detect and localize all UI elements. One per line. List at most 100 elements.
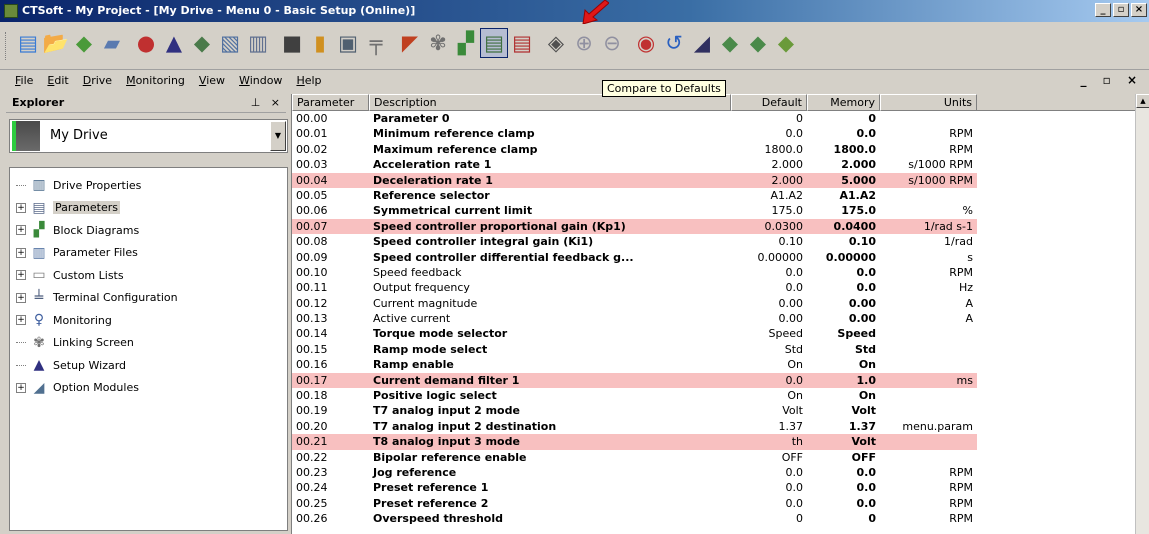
table-row[interactable]: 00.07 Speed controller proportional gain … bbox=[292, 218, 1135, 235]
menu-window[interactable]: Window bbox=[232, 74, 289, 87]
block-diagrams-icon[interactable]: ▞ bbox=[452, 28, 480, 58]
menu-edit[interactable]: Edit bbox=[40, 74, 75, 87]
new-project-icon[interactable]: ▤ bbox=[14, 28, 42, 58]
minimize-button[interactable]: _ bbox=[1095, 3, 1111, 17]
store-icon[interactable]: ■ bbox=[278, 28, 306, 58]
column-header-memory[interactable]: Memory bbox=[807, 94, 880, 111]
table-row[interactable]: 00.22 Bipolar reference enable OFF OFF bbox=[292, 450, 1135, 465]
tree-item-option-modules[interactable]: + ◢ Option Modules bbox=[10, 377, 287, 400]
tree-item-block-diagrams[interactable]: + ▞ Block Diagrams bbox=[10, 219, 287, 242]
table-row[interactable]: 00.06 Symmetrical current limit 175.0 175.0… bbox=[292, 203, 1135, 218]
tree-item-parameter-files[interactable]: + ▥ Parameter Files bbox=[10, 242, 287, 265]
tool-icon[interactable]: ◢ bbox=[688, 28, 716, 58]
table-row[interactable]: 00.13 Active current 0.00 0.00 A bbox=[292, 311, 1135, 326]
expand-icon[interactable]: + bbox=[16, 382, 26, 393]
menu-drive[interactable]: Drive bbox=[76, 74, 119, 87]
open-folder-icon[interactable]: ▰ bbox=[98, 28, 126, 58]
table-row[interactable]: 00.15 Ramp mode select Std Std bbox=[292, 342, 1135, 357]
toolbar-grip[interactable] bbox=[5, 32, 8, 60]
online-icon[interactable]: ● bbox=[132, 28, 160, 58]
table-row[interactable]: 00.01 Minimum reference clamp 0.0 0.0 RPM bbox=[292, 126, 1135, 141]
cell-units: RPM bbox=[949, 142, 973, 156]
compare-files-icon[interactable]: ▤ bbox=[508, 28, 536, 58]
monitor-icon[interactable]: ▣ bbox=[334, 28, 362, 58]
cell-units: RPM bbox=[949, 512, 973, 526]
drive-selector[interactable]: My Drive ▼ bbox=[9, 119, 288, 153]
zoom-in-icon[interactable]: ⊕ bbox=[570, 28, 598, 58]
print-icon[interactable]: ◈ bbox=[542, 28, 570, 58]
table-row[interactable]: 00.10 Speed feedback 0.0 0.0 RPM bbox=[292, 265, 1135, 280]
refresh-icon[interactable]: ↺ bbox=[660, 28, 688, 58]
expand-icon[interactable]: + bbox=[16, 292, 26, 303]
menu-view[interactable]: View bbox=[192, 74, 232, 87]
table-row[interactable]: 00.19 T7 analog input 2 mode Volt Volt bbox=[292, 403, 1135, 418]
pin-icon[interactable]: ⊥ bbox=[251, 96, 261, 109]
table-row[interactable]: 00.25 Preset reference 2 0.0 0.0 RPM bbox=[292, 496, 1135, 511]
expand-icon[interactable]: + bbox=[16, 202, 26, 213]
table-row[interactable]: 00.17 Current demand filter 1 0.0 1.0 ms bbox=[292, 372, 1135, 389]
close-button[interactable]: × bbox=[1131, 3, 1147, 17]
table-row[interactable]: 00.08 Speed controller integral gain (Ki1… bbox=[292, 234, 1135, 249]
table-row[interactable]: 00.24 Preset reference 1 0.0 0.0 RPM bbox=[292, 480, 1135, 495]
tree-item-parameters[interactable]: + ▤ Parameters bbox=[10, 197, 287, 220]
tree-item-custom-lists[interactable]: + ▭ Custom Lists bbox=[10, 264, 287, 287]
table-row[interactable]: 00.03 Acceleration rate 1 2.000 2.000 s/1000… bbox=[292, 157, 1135, 172]
table-row[interactable]: 00.14 Torque mode selector Speed Speed bbox=[292, 326, 1135, 341]
add-drive-icon[interactable]: ◆ bbox=[70, 28, 98, 58]
scope-icon[interactable]: ◤ bbox=[396, 28, 424, 58]
cell-memory: 1.0 bbox=[807, 372, 880, 389]
terminal-icon[interactable]: ╤ bbox=[362, 28, 390, 58]
column-header-parameter[interactable]: Parameter bbox=[292, 94, 369, 111]
tree-item-setup-wizard[interactable]: ▲ Setup Wizard bbox=[10, 354, 287, 377]
parameter-file-icon[interactable]: ▥ bbox=[244, 28, 272, 58]
scroll-up-icon[interactable]: ▲ bbox=[1136, 94, 1149, 108]
menu-monitoring[interactable]: Monitoring bbox=[119, 74, 192, 87]
table-row[interactable]: 00.05 Reference selector A1.A2 A1.A2 bbox=[292, 188, 1135, 203]
explorer-close-icon[interactable]: × bbox=[271, 96, 280, 109]
tree-item-linking-screen[interactable]: ✾ Linking Screen bbox=[10, 332, 287, 355]
drive-upload-icon[interactable]: ◆ bbox=[716, 28, 744, 58]
custom-lists-icon: ▭ bbox=[32, 267, 46, 284]
column-header-default[interactable]: Default bbox=[731, 94, 807, 111]
tree-item-terminal-configuration[interactable]: + ╧ Terminal Configuration bbox=[10, 287, 287, 310]
tree-item-monitoring[interactable]: + ♀ Monitoring bbox=[10, 309, 287, 332]
table-row[interactable]: 00.04 Deceleration rate 1 2.000 5.000 s/1000… bbox=[292, 172, 1135, 188]
mdi-controls[interactable]: _ ▫ × bbox=[1080, 73, 1143, 87]
tree-item-drive-properties[interactable]: ▥ Drive Properties bbox=[10, 174, 287, 197]
traffic-light-icon[interactable]: ▮ bbox=[306, 28, 334, 58]
cell-memory: OFF bbox=[851, 450, 876, 464]
menu-help[interactable]: Help bbox=[289, 74, 328, 87]
drive-download-icon[interactable]: ◆ bbox=[744, 28, 772, 58]
table-row[interactable]: 00.18 Positive logic select On On bbox=[292, 388, 1135, 403]
expand-icon[interactable]: + bbox=[16, 315, 26, 326]
expand-icon[interactable]: + bbox=[16, 247, 26, 258]
table-row[interactable]: 00.21 T8 analog input 3 mode th Volt bbox=[292, 434, 1135, 450]
block-diagram-icon[interactable]: ▧ bbox=[216, 28, 244, 58]
table-row[interactable]: 00.16 Ramp enable On On bbox=[292, 357, 1135, 372]
drive-compare-icon[interactable]: ◆ bbox=[772, 28, 800, 58]
table-row[interactable]: 00.00 Parameter 0 0 0 bbox=[292, 111, 1135, 126]
dropdown-arrow-icon[interactable]: ▼ bbox=[270, 121, 286, 151]
linking-icon[interactable]: ✾ bbox=[424, 28, 452, 58]
drive-properties-icon[interactable]: ◆ bbox=[188, 28, 216, 58]
maximize-button[interactable]: ▫ bbox=[1113, 3, 1129, 17]
cell-parameter: 00.00 bbox=[296, 112, 328, 125]
expand-icon[interactable]: + bbox=[16, 225, 26, 236]
table-row[interactable]: 00.09 Speed controller differential feedb… bbox=[292, 250, 1135, 265]
cell-parameter: 00.25 bbox=[296, 496, 328, 510]
table-row[interactable]: 00.12 Current magnitude 0.00 0.00 A bbox=[292, 296, 1135, 311]
compare-to-defaults-icon[interactable]: ▤ bbox=[480, 28, 508, 58]
table-row[interactable]: 00.20 T7 analog input 2 destination 1.37 1.… bbox=[292, 419, 1135, 434]
table-row[interactable]: 00.23 Jog reference 0.0 0.0 RPM bbox=[292, 465, 1135, 480]
setup-wizard-icon[interactable]: ▲ bbox=[160, 28, 188, 58]
column-header-units[interactable]: Units bbox=[880, 94, 977, 111]
zoom-out-icon[interactable]: ⊖ bbox=[598, 28, 626, 58]
table-row[interactable]: 00.02 Maximum reference clamp 1800.0 1800.0… bbox=[292, 142, 1135, 157]
stop-icon[interactable]: ◉ bbox=[632, 28, 660, 58]
menu-file[interactable]: File bbox=[8, 74, 40, 87]
table-row[interactable]: 00.11 Output frequency 0.0 0.0 Hz bbox=[292, 280, 1135, 295]
expand-icon[interactable]: + bbox=[16, 270, 26, 281]
vertical-scrollbar[interactable]: ▲ bbox=[1135, 94, 1149, 534]
open-project-icon[interactable]: 📂 bbox=[42, 28, 70, 58]
table-row[interactable]: 00.26 Overspeed threshold 0 0 RPM bbox=[292, 511, 1135, 526]
